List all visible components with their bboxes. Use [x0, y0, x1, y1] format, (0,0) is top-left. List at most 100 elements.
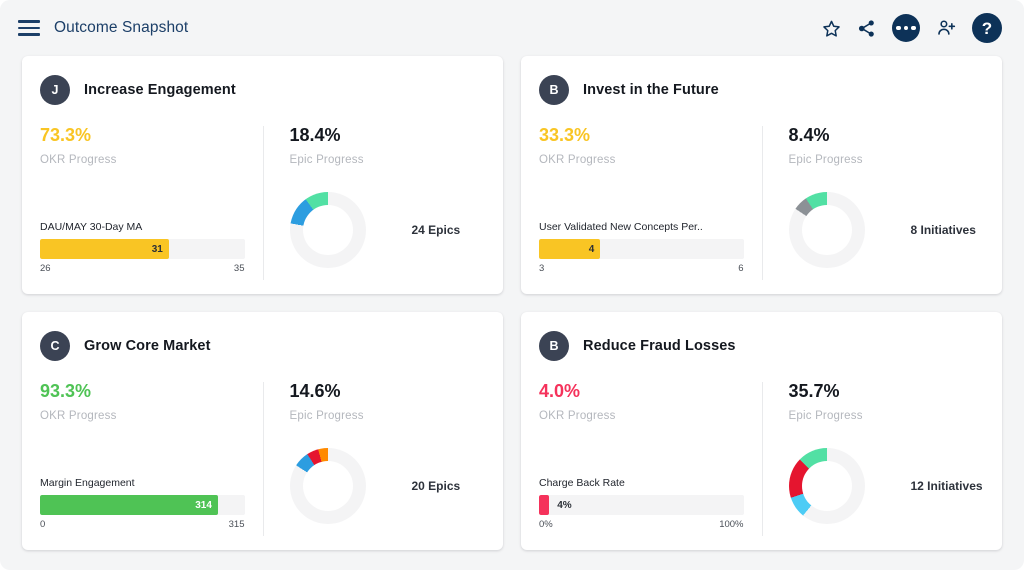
key-result[interactable]: DAU/MAY 30-Day MA 31 26 35 — [40, 221, 245, 280]
epic-summary: 12 Initiatives — [789, 436, 985, 536]
epic-progress-value: 35.7% — [789, 382, 985, 400]
key-result-scale: 0% 100% — [539, 519, 744, 530]
okr-progress-label: OKR Progress — [40, 154, 245, 166]
card-title[interactable]: Grow Core Market — [84, 338, 211, 354]
outcome-card-grid: J Increase Engagement 73.3% OKR Progress… — [0, 56, 1024, 570]
epic-pane: 8.4% Epic Progress 8 Initiatives — [762, 126, 985, 280]
okr-pane: 33.3% OKR Progress User Validated New Co… — [539, 126, 762, 280]
key-result-value: 4% — [557, 495, 571, 515]
epic-donut-chart[interactable] — [290, 448, 366, 524]
key-result-min: 0 — [40, 519, 45, 530]
more-dots — [896, 26, 916, 31]
outcome-card[interactable]: B Invest in the Future 33.3% OKR Progres… — [521, 56, 1002, 294]
epic-count-label: 24 Epics — [412, 223, 461, 237]
key-result-bar-track: 4% — [539, 495, 744, 515]
help-icon[interactable]: ? — [972, 13, 1002, 43]
epic-donut-chart[interactable] — [789, 192, 865, 268]
epic-pane: 14.6% Epic Progress 20 Epics — [263, 382, 486, 536]
okr-progress-label: OKR Progress — [539, 410, 744, 422]
epic-progress-label: Epic Progress — [789, 410, 985, 422]
card-header: C Grow Core Market — [40, 328, 485, 364]
key-result-bar-track: 31 — [40, 239, 245, 259]
epic-donut-chart[interactable] — [789, 448, 865, 524]
card-title[interactable]: Increase Engagement — [84, 82, 236, 98]
outcome-card[interactable]: B Reduce Fraud Losses 4.0% OKR Progress … — [521, 312, 1002, 550]
key-result-bar-fill — [40, 495, 218, 515]
outcome-card[interactable]: C Grow Core Market 93.3% OKR Progress Ma… — [22, 312, 503, 550]
key-result-scale: 26 35 — [40, 263, 245, 274]
key-result[interactable]: Margin Engagement 314 0 315 — [40, 477, 245, 536]
key-result-name: Charge Back Rate — [539, 477, 744, 489]
key-result-bar-track: 314 — [40, 495, 245, 515]
key-result-scale: 3 6 — [539, 263, 744, 274]
okr-progress-value: 93.3% — [40, 382, 245, 400]
epic-progress-label: Epic Progress — [789, 154, 985, 166]
card-body: 73.3% OKR Progress DAU/MAY 30-Day MA 31 … — [40, 126, 485, 280]
top-bar: Outcome Snapshot — [0, 0, 1024, 56]
card-header: B Reduce Fraud Losses — [539, 328, 984, 364]
avatar: B — [539, 331, 569, 361]
hamburger-icon[interactable] — [18, 20, 40, 36]
card-title[interactable]: Reduce Fraud Losses — [583, 338, 736, 354]
app-root: Outcome Snapshot — [0, 0, 1024, 570]
key-result-bar-track: 4 — [539, 239, 744, 259]
card-body: 4.0% OKR Progress Charge Back Rate 4% 0%… — [539, 382, 984, 536]
more-icon-circle — [892, 14, 920, 42]
key-result-max: 315 — [229, 519, 245, 530]
card-body: 93.3% OKR Progress Margin Engagement 314… — [40, 382, 485, 536]
key-result-bar-fill — [40, 239, 169, 259]
okr-progress-value: 4.0% — [539, 382, 744, 400]
star-icon[interactable] — [822, 19, 841, 38]
key-result-bar-fill — [539, 495, 549, 515]
more-icon[interactable] — [892, 14, 920, 42]
okr-pane: 4.0% OKR Progress Charge Back Rate 4% 0%… — [539, 382, 762, 536]
epic-progress-value: 14.6% — [290, 382, 486, 400]
top-bar-actions: ? — [822, 13, 1002, 43]
card-header: J Increase Engagement — [40, 72, 485, 108]
key-result-name: User Validated New Concepts Per.. — [539, 221, 744, 233]
key-result[interactable]: User Validated New Concepts Per.. 4 3 6 — [539, 221, 744, 280]
key-result-min: 3 — [539, 263, 544, 274]
key-result-value: 31 — [152, 239, 163, 259]
okr-progress-value: 33.3% — [539, 126, 744, 144]
epic-count-label: 8 Initiatives — [911, 223, 976, 237]
key-result-max: 35 — [234, 263, 245, 274]
epic-count-label: 12 Initiatives — [911, 479, 983, 493]
epic-summary: 24 Epics — [290, 180, 486, 280]
epic-summary: 20 Epics — [290, 436, 486, 536]
epic-progress-label: Epic Progress — [290, 410, 486, 422]
epic-pane: 35.7% Epic Progress 12 Initiatives — [762, 382, 985, 536]
share-icon[interactable] — [857, 19, 876, 38]
key-result-value: 4 — [589, 239, 595, 259]
avatar: C — [40, 331, 70, 361]
card-body: 33.3% OKR Progress User Validated New Co… — [539, 126, 984, 280]
epic-pane: 18.4% Epic Progress 24 Epics — [263, 126, 486, 280]
epic-progress-value: 18.4% — [290, 126, 486, 144]
epic-donut-chart[interactable] — [290, 192, 366, 268]
key-result-value: 314 — [195, 495, 212, 515]
key-result-name: Margin Engagement — [40, 477, 245, 489]
outcome-card[interactable]: J Increase Engagement 73.3% OKR Progress… — [22, 56, 503, 294]
epic-summary: 8 Initiatives — [789, 180, 985, 280]
epic-progress-value: 8.4% — [789, 126, 985, 144]
key-result[interactable]: Charge Back Rate 4% 0% 100% — [539, 477, 744, 536]
add-person-icon[interactable] — [936, 18, 956, 38]
avatar: J — [40, 75, 70, 105]
key-result-min: 0% — [539, 519, 553, 530]
card-header: B Invest in the Future — [539, 72, 984, 108]
epic-count-label: 20 Epics — [412, 479, 461, 493]
help-icon-circle: ? — [972, 13, 1002, 43]
key-result-name: DAU/MAY 30-Day MA — [40, 221, 245, 233]
epic-progress-label: Epic Progress — [290, 154, 486, 166]
okr-progress-label: OKR Progress — [40, 410, 245, 422]
key-result-scale: 0 315 — [40, 519, 245, 530]
key-result-max: 6 — [738, 263, 743, 274]
help-question-mark: ? — [982, 20, 992, 37]
okr-progress-value: 73.3% — [40, 126, 245, 144]
avatar: B — [539, 75, 569, 105]
okr-progress-label: OKR Progress — [539, 154, 744, 166]
okr-pane: 73.3% OKR Progress DAU/MAY 30-Day MA 31 … — [40, 126, 263, 280]
card-title[interactable]: Invest in the Future — [583, 82, 719, 98]
okr-pane: 93.3% OKR Progress Margin Engagement 314… — [40, 382, 263, 536]
key-result-min: 26 — [40, 263, 51, 274]
